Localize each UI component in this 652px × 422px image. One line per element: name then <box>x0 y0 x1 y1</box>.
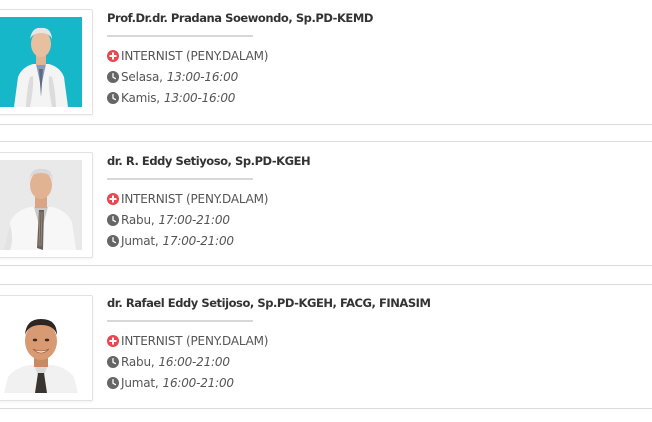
clock-icon <box>107 213 119 226</box>
schedule-time: 16:00-21:00 <box>158 354 230 369</box>
doctor-photo <box>0 17 82 107</box>
schedule-day: Kamis, <box>121 90 160 105</box>
clock-icon <box>107 234 119 247</box>
plus-circle-icon <box>107 192 119 205</box>
schedule-time: 16:00-21:00 <box>162 375 234 390</box>
schedule-time: 13:00-16:00 <box>163 90 236 105</box>
schedule-day: Rabu, <box>121 354 155 369</box>
clock-icon <box>107 355 119 368</box>
plus-circle-icon <box>107 49 119 62</box>
schedule-row: Rabu, 17:00-21:00 <box>107 209 310 230</box>
specialty-label: INTERNIST (PENY.DALAM) <box>121 48 269 63</box>
clock-icon <box>107 91 119 104</box>
schedule-row: Kamis, 13:00-16:00 <box>107 87 373 108</box>
doctor-photo <box>0 303 82 393</box>
specialty-label: INTERNIST (PENY.DALAM) <box>121 191 269 206</box>
schedule-day: Selasa, <box>121 69 163 84</box>
name-divider <box>107 178 253 180</box>
plus-circle-icon <box>107 334 119 347</box>
doctor-photo-frame[interactable] <box>0 295 93 401</box>
doctor-photo-frame[interactable] <box>0 9 93 115</box>
doctor-list: Prof.Dr.dr. Pradana Soewondo, Sp.PD-KEMD… <box>0 0 652 422</box>
name-divider <box>107 35 253 37</box>
schedule-time: 17:00-21:00 <box>158 212 230 227</box>
doctor-name[interactable]: dr. R. Eddy Setiyoso, Sp.PD-KGEH <box>107 153 311 169</box>
specialty-row: INTERNIST (PENY.DALAM) <box>107 330 431 351</box>
specialty-row: INTERNIST (PENY.DALAM) <box>107 188 310 209</box>
schedule-day: Jumat, <box>121 233 159 248</box>
doctor-photo <box>0 160 82 250</box>
schedule-time: 13:00-16:00 <box>166 69 239 84</box>
doctor-card[interactable]: dr. Rafael Eddy Setijoso, Sp.PD-KGEH, FA… <box>0 284 652 409</box>
doctor-info: dr. R. Eddy Setiyoso, Sp.PD-KGEH INTERNI… <box>107 153 311 251</box>
specialty-label: INTERNIST (PENY.DALAM) <box>121 333 269 348</box>
doctor-name[interactable]: Prof.Dr.dr. Pradana Soewondo, Sp.PD-KEMD <box>107 10 373 26</box>
schedule-row: Rabu, 16:00-21:00 <box>107 351 431 372</box>
schedule-row: Jumat, 17:00-21:00 <box>107 230 310 251</box>
doctor-info: dr. Rafael Eddy Setijoso, Sp.PD-KGEH, FA… <box>107 295 431 393</box>
clock-icon <box>107 376 119 389</box>
doctor-card[interactable]: Prof.Dr.dr. Pradana Soewondo, Sp.PD-KEMD… <box>0 0 652 125</box>
schedule-day: Rabu, <box>121 212 155 227</box>
specialty-row: INTERNIST (PENY.DALAM) <box>107 45 373 66</box>
doctor-info: Prof.Dr.dr. Pradana Soewondo, Sp.PD-KEMD… <box>107 10 373 108</box>
schedule-day: Jumat, <box>121 375 159 390</box>
schedule-row: Selasa, 13:00-16:00 <box>107 66 373 87</box>
name-divider <box>107 320 253 322</box>
doctor-name[interactable]: dr. Rafael Eddy Setijoso, Sp.PD-KGEH, FA… <box>107 295 431 311</box>
schedule-time: 17:00-21:00 <box>162 233 234 248</box>
doctor-card[interactable]: dr. R. Eddy Setiyoso, Sp.PD-KGEH INTERNI… <box>0 141 652 266</box>
schedule-row: Jumat, 16:00-21:00 <box>107 372 431 393</box>
clock-icon <box>107 70 119 83</box>
doctor-photo-frame[interactable] <box>0 152 93 258</box>
